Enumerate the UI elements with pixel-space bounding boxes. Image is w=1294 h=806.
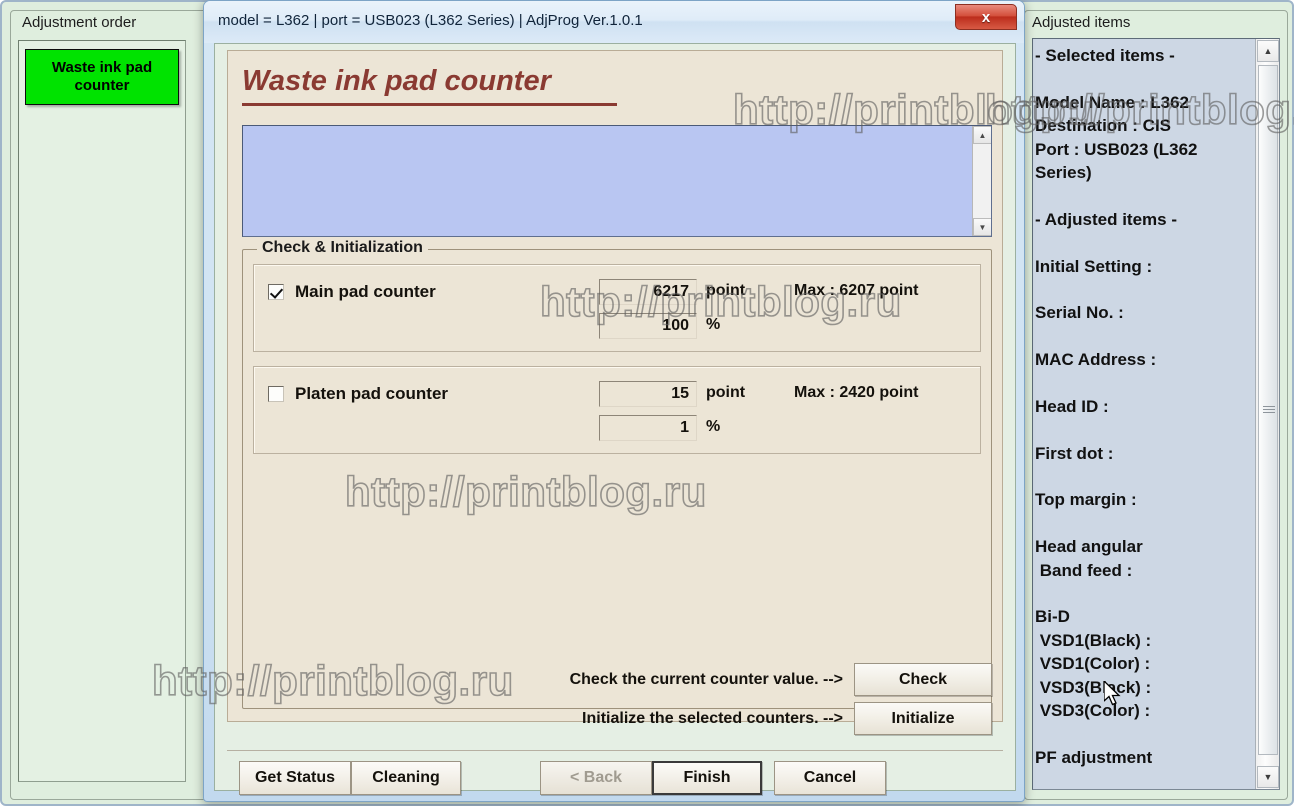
platen-pad-counter-percent-field[interactable]: 1	[599, 415, 697, 441]
adjusted-item-line: MAC Address :	[1035, 351, 1255, 374]
page-title: Waste ink pad counter	[242, 65, 551, 98]
adjustment-order-title: Adjustment order	[22, 14, 136, 31]
adjusted-item-line: Destination : CIS	[1035, 117, 1255, 140]
main-pad-counter-label: Main pad counter	[295, 282, 436, 302]
initialize-button[interactable]: Initialize	[854, 702, 992, 735]
adjprog-dialog: model = L362 | port = USB023 (L362 Serie…	[203, 0, 1025, 802]
check-action-row: Check the current counter value. --> Che…	[228, 663, 1004, 701]
main-pad-counter-max-label: Max : 6207 point	[794, 282, 918, 300]
adjusted-items-title: Adjusted items	[1032, 14, 1130, 31]
log-scrollbar[interactable]: ▲ ▼	[972, 126, 991, 236]
log-output-textarea[interactable]: ▲ ▼	[242, 125, 992, 237]
initialize-action-label: Initialize the selected counters. -->	[582, 710, 843, 728]
main-pad-counter-checkbox-wrap[interactable]: Main pad counter	[268, 282, 436, 302]
dialog-titlebar[interactable]: model = L362 | port = USB023 (L362 Serie…	[204, 1, 1024, 43]
scrollbar-grip-icon	[1263, 406, 1275, 414]
check-action-label: Check the current counter value. -->	[570, 671, 843, 689]
main-pad-counter-point-unit: point	[706, 282, 745, 300]
scroll-down-icon[interactable]: ▼	[1257, 766, 1279, 788]
adjusted-item-line	[1035, 328, 1255, 351]
adjusted-item-line: Model Name : L362	[1035, 94, 1255, 117]
adjusted-item-line: Band feed :	[1035, 562, 1255, 585]
scrollbar-thumb[interactable]	[1258, 65, 1278, 755]
adjusted-item-line: VSD1(Color) :	[1035, 655, 1255, 678]
adjusted-item-line: Initial Setting :	[1035, 258, 1255, 281]
check-initialization-legend: Check & Initialization	[257, 239, 428, 257]
waste-ink-pad-counter-panel: Waste ink pad counter ▲ ▼ Check & Initia…	[227, 50, 1003, 722]
platen-pad-counter-checkbox[interactable]	[268, 386, 284, 402]
main-pad-counter-percent-unit: %	[706, 316, 720, 334]
adjustment-order-list[interactable]: Waste ink padcounter	[18, 40, 186, 782]
main-pad-counter-row: Main pad counter 6217 point Max : 6207 p…	[253, 264, 981, 352]
screen: Adjustment order Waste ink padcounter Ad…	[0, 0, 1294, 806]
adjusted-item-line	[1035, 70, 1255, 93]
initialize-action-row: Initialize the selected counters. --> In…	[228, 702, 1004, 740]
log-scroll-up-icon[interactable]: ▲	[973, 126, 992, 144]
platen-pad-counter-point-field[interactable]: 15	[599, 381, 697, 407]
adjusted-item-line: Series)	[1035, 164, 1255, 187]
adjusted-item-line	[1035, 585, 1255, 608]
back-button: < Back	[540, 761, 652, 795]
main-pad-counter-checkbox[interactable]	[268, 284, 284, 300]
cancel-button[interactable]: Cancel	[774, 761, 886, 795]
adjusted-item-line	[1035, 374, 1255, 397]
dialog-title-text: model = L362 | port = USB023 (L362 Serie…	[218, 12, 643, 29]
adjusted-item-line: Port : USB023 (L362	[1035, 141, 1255, 164]
main-pad-counter-percent-field[interactable]: 100	[599, 313, 697, 339]
adjusted-item-line: Head ID :	[1035, 398, 1255, 421]
check-initialization-group: Check & Initialization Main pad counter …	[242, 249, 992, 709]
adjusted-item-line: - Adjusted items -	[1035, 211, 1255, 234]
adjusted-item-line: VSD3(Color) :	[1035, 702, 1255, 725]
platen-pad-counter-label: Platen pad counter	[295, 384, 448, 404]
adjusted-item-line: - Selected items -	[1035, 47, 1255, 70]
close-icon[interactable]: x	[955, 4, 1017, 30]
list-item-waste-ink-pad-counter[interactable]: Waste ink padcounter	[25, 49, 179, 105]
adjusted-items-box: - Selected items - Model Name : L362Dest…	[1032, 38, 1280, 790]
main-pad-counter-point-field[interactable]: 6217	[599, 279, 697, 305]
adjusted-items-list: - Selected items - Model Name : L362Dest…	[1033, 39, 1255, 789]
adjusted-item-line: VSD1(Black) :	[1035, 632, 1255, 655]
list-item-label: Waste ink padcounter	[52, 59, 152, 95]
adjusted-item-line	[1035, 281, 1255, 304]
platen-pad-counter-point-unit: point	[706, 384, 745, 402]
footer-divider	[227, 750, 1003, 751]
platen-pad-counter-percent-unit: %	[706, 418, 720, 436]
scroll-up-icon[interactable]: ▲	[1257, 40, 1279, 62]
adjusted-item-line	[1035, 421, 1255, 444]
adjusted-item-line: PF adjustment	[1035, 749, 1255, 772]
get-status-button[interactable]: Get Status	[239, 761, 351, 795]
adjusted-item-line: Head angular	[1035, 538, 1255, 561]
platen-pad-counter-checkbox-wrap[interactable]: Platen pad counter	[268, 384, 448, 404]
page-title-underline	[242, 103, 617, 106]
adjusted-item-line: Top margin :	[1035, 491, 1255, 514]
adjusted-items-scrollbar[interactable]: ▲ ▼	[1255, 39, 1279, 789]
log-scroll-down-icon[interactable]: ▼	[973, 218, 992, 236]
finish-button[interactable]: Finish	[652, 761, 762, 795]
dialog-body: Waste ink pad counter ▲ ▼ Check & Initia…	[214, 43, 1016, 791]
adjusted-item-line: VSD3(Black) :	[1035, 679, 1255, 702]
adjusted-item-line	[1035, 187, 1255, 210]
adjusted-item-line	[1035, 725, 1255, 748]
adjusted-item-line	[1035, 234, 1255, 257]
cleaning-button[interactable]: Cleaning	[351, 761, 461, 795]
adjusted-item-line	[1035, 468, 1255, 491]
adjusted-item-line: Serial No. :	[1035, 304, 1255, 327]
platen-pad-counter-row: Platen pad counter 15 point Max : 2420 p…	[253, 366, 981, 454]
adjusted-item-line: First dot :	[1035, 445, 1255, 468]
adjusted-item-line: Bi-D	[1035, 608, 1255, 631]
platen-pad-counter-max-label: Max : 2420 point	[794, 384, 918, 402]
check-button[interactable]: Check	[854, 663, 992, 696]
adjusted-item-line	[1035, 515, 1255, 538]
